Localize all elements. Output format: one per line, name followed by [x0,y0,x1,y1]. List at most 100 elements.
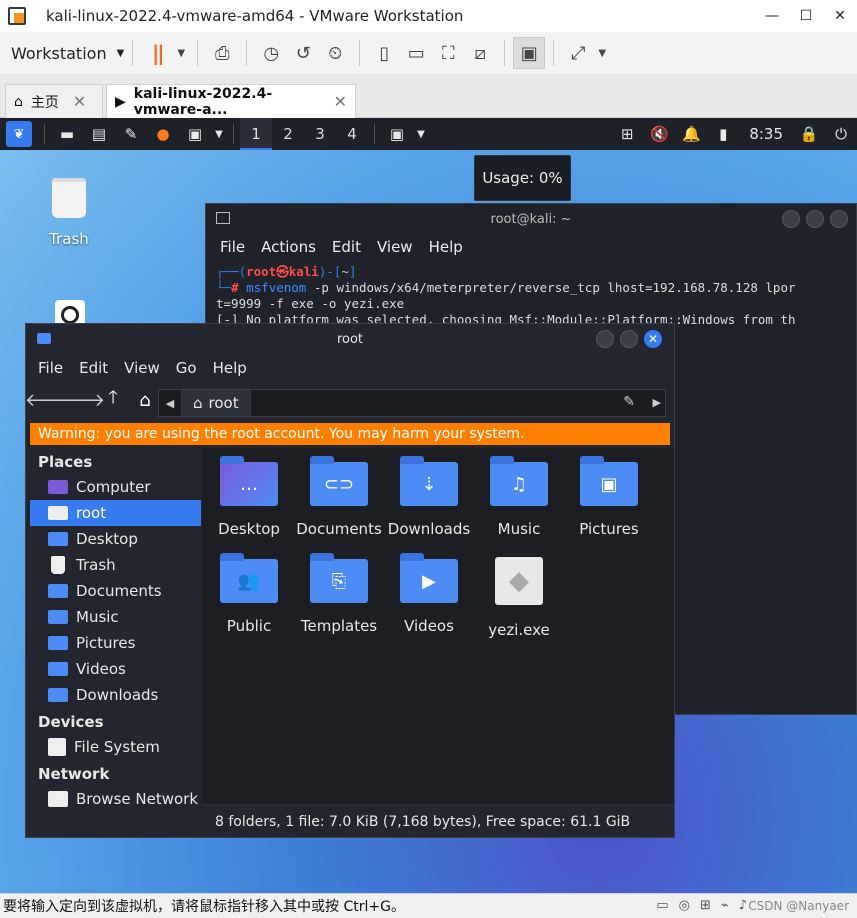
file-manager-window[interactable]: root ✕ File Edit View Go Help 🡐 🡒 🡑 ⌂ ◀ … [25,323,675,838]
workspace-4[interactable]: 4 [336,118,368,150]
fm-menu-file[interactable]: File [38,359,63,377]
workspace-2[interactable]: 2 [272,118,304,150]
sound-icon[interactable]: ♪ [739,898,747,913]
cdrom-icon[interactable]: ◎ [679,898,690,913]
notification-bell-icon[interactable]: 🔔 [675,118,707,150]
fm-menu-go[interactable]: Go [176,359,197,377]
stretch-dropdown-button[interactable]: ▼ [594,37,610,69]
hdd-icon[interactable]: ▭ [656,898,668,913]
terminal-titlebar[interactable]: root@kali: ~ [206,204,856,234]
clock[interactable]: 8:35 [749,125,783,143]
fm-menu-edit[interactable]: Edit [79,359,108,377]
sidebar-item-music[interactable]: Music [30,604,201,630]
vm-tabs: ⌂ 主页 ✕ ▶ kali-linux-2022.4-vmware-a... ✕ [0,74,857,118]
file-item-yezi-exe[interactable]: ◆ yezi.exe [474,553,564,639]
terminal-launcher-icon[interactable]: ▣ [179,118,211,150]
terminal-menu-view[interactable]: View [377,238,413,256]
network-icon[interactable]: ⊞ [611,118,643,150]
firefox-launcher-icon[interactable]: ● [147,118,179,150]
desktop-trash[interactable]: Trash [45,178,93,248]
sidebar-item-filesystem[interactable]: File System [30,734,201,760]
snapshot-take-icon[interactable]: ◷ [255,37,287,69]
sidebar-item-videos[interactable]: Videos [30,656,201,682]
path-scroll-right-icon[interactable]: ▶ [653,396,661,409]
file-item-music[interactable]: ♫ Music [474,456,564,538]
file-item-downloads[interactable]: ⇣ Downloads [384,456,474,538]
power-dropdown-button[interactable]: ▼ [173,37,189,69]
minimize-button[interactable]: — [755,0,789,32]
vm-screen[interactable]: ❦ ▬ ▤ ✎ ● ▣ ▼ 1 2 3 4 ▣ ▼ ⊞ 🔇 🔔 ▮ 8:35 🔒… [0,118,857,893]
sidebar-item-desktop[interactable]: Desktop [30,526,201,552]
fm-content[interactable]: … Desktop ⊂⊃ Documents ⇣ Downloads ♫ Mus… [202,448,674,803]
fm-menu-view[interactable]: View [124,359,160,377]
snapshot-revert-icon[interactable]: ↺ [287,37,319,69]
file-item-public[interactable]: 👥 Public [204,553,294,635]
path-crumb-root[interactable]: ⌂ root [181,390,251,416]
file-item-videos[interactable]: ▶ Videos [384,553,474,635]
send-ctrl-alt-del-icon[interactable]: ⎙ [206,37,238,69]
fm-close-button[interactable]: ✕ [644,330,662,348]
sidebar-item-documents[interactable]: Documents [30,578,201,604]
taskbar-dropdown-icon[interactable]: ▼ [413,118,429,150]
sidebar-toggle-icon[interactable]: ▯ [368,37,400,69]
power-icon[interactable]: ⏻ [825,118,857,150]
path-scroll-left-icon[interactable]: ◀ [159,397,181,410]
maximize-button[interactable]: ☐ [789,0,823,32]
show-desktop-icon[interactable]: ▬ [51,118,83,150]
home-icon[interactable]: ⌂ [132,386,158,414]
text-editor-launcher-icon[interactable]: ✎ [115,118,147,150]
file-item-pictures[interactable]: ▣ Pictures [564,456,654,538]
tab-close-icon[interactable]: ✕ [334,92,347,111]
sidebar-item-computer[interactable]: Computer [30,474,201,500]
thumbnail-bar-icon[interactable]: ▭ [400,37,432,69]
tab-close-icon[interactable]: ✕ [73,92,86,111]
music-folder-icon: ♫ [490,456,548,506]
close-button[interactable]: ✕ [823,0,857,32]
sidebar-item-root[interactable]: root [30,500,201,526]
fm-menu-help[interactable]: Help [213,359,247,377]
terminal-maximize-button[interactable] [806,210,824,228]
workspace-3[interactable]: 3 [304,118,336,150]
tab-kali-vm[interactable]: ▶ kali-linux-2022.4-vmware-a... ✕ [106,84,356,118]
network-adapter-icon[interactable]: ⊞ [700,898,711,913]
terminal-menu-actions[interactable]: Actions [261,238,316,256]
fm-titlebar[interactable]: root ✕ [26,324,674,354]
forward-arrow-icon[interactable]: 🡒 [57,386,105,414]
file-item-desktop[interactable]: … Desktop [204,456,294,538]
fm-maximize-button[interactable] [620,330,638,348]
terminal-menu-file[interactable]: File [220,238,245,256]
file-manager-launcher-icon[interactable]: ▤ [83,118,115,150]
file-item-documents[interactable]: ⊂⊃ Documents [294,456,384,538]
usb-icon[interactable]: ⌁ [721,898,729,913]
sidebar-item-trash[interactable]: Trash [30,552,201,578]
pause-vm-button[interactable]: || [141,37,173,69]
edit-path-icon[interactable]: ✎ [623,394,635,410]
workspace-1[interactable]: 1 [240,118,272,150]
file-item-templates[interactable]: ⎘ Templates [294,553,384,635]
lock-icon[interactable]: 🔒 [793,118,825,150]
terminal-minimize-button[interactable] [782,210,800,228]
terminal-close-button[interactable] [830,210,848,228]
launcher-dropdown-icon[interactable]: ▼ [211,118,227,150]
desktop-folder-icon: … [220,456,278,506]
console-view-icon[interactable]: ▣ [513,37,546,69]
taskbar-terminal-icon[interactable]: ▣ [381,118,413,150]
kali-menu-icon[interactable]: ❦ [6,121,32,147]
network-icon [48,791,68,807]
up-arrow-icon[interactable]: 🡑 [100,386,126,414]
terminal-menu-edit[interactable]: Edit [332,238,361,256]
workstation-menu-button[interactable]: Workstation ▼ [11,44,124,63]
tab-home[interactable]: ⌂ 主页 ✕ [5,84,103,118]
fullscreen-icon[interactable]: ⛶ [432,37,464,69]
unity-icon[interactable]: ⧄ [464,37,496,69]
fm-minimize-button[interactable] [596,330,614,348]
sidebar-item-downloads[interactable]: Downloads [30,682,201,708]
sidebar-item-pictures[interactable]: Pictures [30,630,201,656]
volume-muted-icon[interactable]: 🔇 [643,118,675,150]
battery-icon[interactable]: ▮ [707,118,739,150]
path-bar: ◀ ⌂ root ✎ ▶ [158,389,666,417]
sidebar-item-browse-network[interactable]: Browse Network [30,786,201,812]
snapshot-manager-icon[interactable]: ⏲ [319,37,351,69]
stretch-guest-icon[interactable]: ⤢ [562,37,594,69]
terminal-menu-help[interactable]: Help [429,238,463,256]
